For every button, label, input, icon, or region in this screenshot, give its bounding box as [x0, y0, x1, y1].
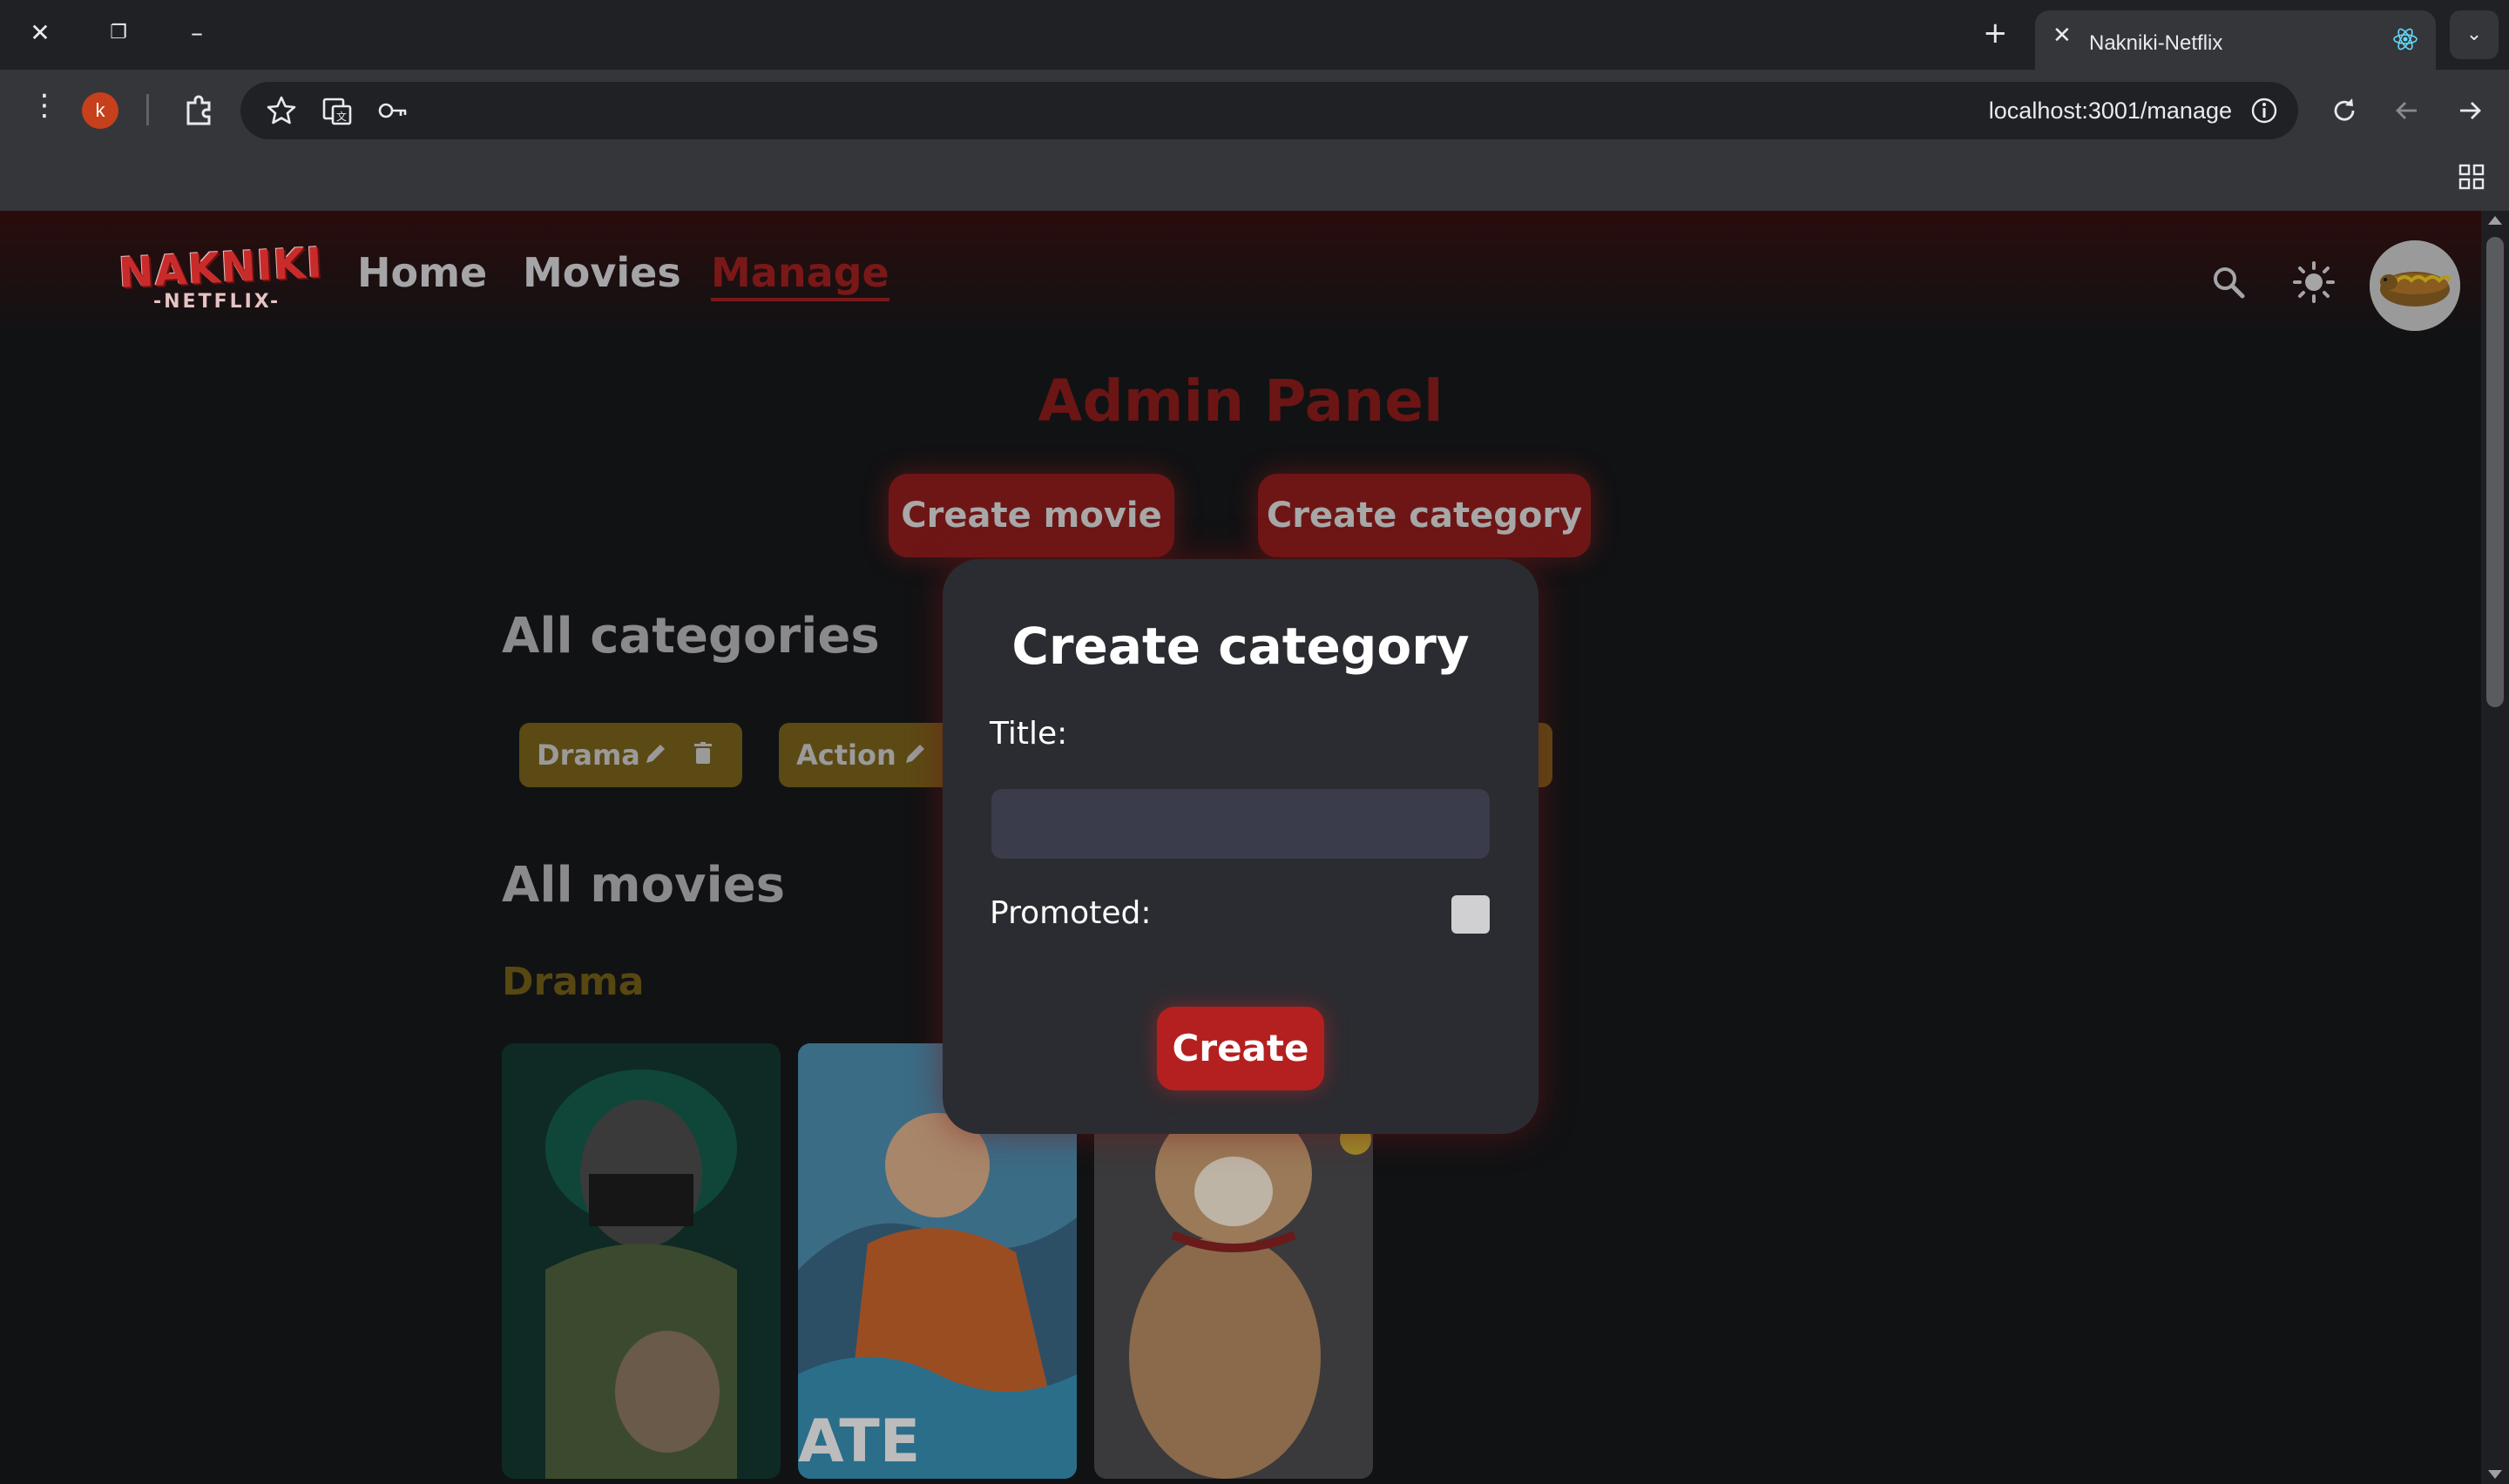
create-category-modal: Create category Title: Promoted: Create	[943, 559, 1539, 1134]
info-icon[interactable]	[2249, 96, 2279, 125]
title-label: Title:	[990, 716, 1068, 752]
scroll-up-arrow-icon[interactable]	[2488, 216, 2502, 225]
tab-list-icon[interactable]: ⌄	[2450, 10, 2499, 59]
address-bar[interactable]: 文 localhost:3001/manage	[240, 82, 2298, 139]
tab-close-icon[interactable]: ✕	[2053, 23, 2072, 49]
nav-link-home[interactable]: Home	[357, 249, 487, 296]
masked-athlete-poster-image	[502, 1043, 781, 1479]
hotdog-dog-avatar-icon	[2370, 240, 2460, 331]
scroll-down-arrow-icon[interactable]	[2488, 1470, 2502, 1479]
edit-icon[interactable]	[643, 740, 669, 766]
bookmark-bar	[0, 148, 2509, 211]
edit-icon[interactable]	[903, 740, 929, 766]
site-navbar: NAKNIKI -NETFLIX- Home Movies Manage	[0, 211, 2481, 333]
create-movie-button[interactable]: Create movie	[889, 474, 1174, 557]
modal-title: Create category	[1011, 617, 1470, 676]
browser-tab[interactable]: ✕ Nakniki-Netflix	[2035, 10, 2436, 70]
browser-chrome: ✕ ❐ – + ✕ Nakniki-Netflix ⌄ ⋮ k 文 localh…	[0, 0, 2509, 211]
new-tab-icon[interactable]: +	[1983, 16, 2008, 51]
tab-title: Nakniki-Netflix	[2089, 31, 2223, 55]
menu-icon[interactable]: ⋮	[30, 91, 59, 120]
search-icon[interactable]	[2209, 263, 2248, 301]
page-title: Admin Panel	[1038, 368, 1444, 435]
avatar[interactable]	[2370, 240, 2460, 331]
site-logo[interactable]: NAKNIKI -NETFLIX-	[118, 239, 328, 322]
promoted-checkbox[interactable]	[1451, 895, 1490, 934]
poster-text: ATE	[798, 1407, 920, 1476]
page-content: NAKNIKI -NETFLIX- Home Movies Manage Adm…	[0, 211, 2481, 1484]
promoted-label: Promoted:	[990, 895, 1152, 931]
apps-grid-icon[interactable]	[2457, 162, 2486, 192]
all-categories-heading: All categories	[502, 608, 880, 664]
logo-sub-text: -NETFLIX-	[153, 291, 281, 313]
page-scrollbar[interactable]	[2481, 211, 2509, 1484]
extensions-icon[interactable]	[179, 91, 218, 129]
category-chip-drama[interactable]: Drama	[519, 723, 742, 787]
scrollbar-thumb[interactable]	[2486, 237, 2504, 707]
restore-icon[interactable]: ❐	[101, 16, 136, 51]
forward-icon[interactable]	[2453, 94, 2486, 127]
url-text[interactable]: localhost:3001/manage	[1989, 98, 2232, 125]
create-category-button[interactable]: Create category	[1258, 474, 1591, 557]
category-chip-label: Action	[796, 739, 896, 772]
logo-main-text: NAKNIKI	[117, 238, 324, 299]
back-icon[interactable]	[2391, 94, 2424, 127]
title-input[interactable]	[991, 789, 1490, 859]
create-button[interactable]: Create	[1157, 1007, 1324, 1090]
movie-poster[interactable]	[502, 1043, 781, 1479]
minimize-icon[interactable]: –	[179, 16, 214, 51]
star-icon[interactable]	[265, 94, 298, 127]
nav-link-movies[interactable]: Movies	[523, 249, 681, 296]
toolbar: ⋮ k 文 localhost:3001/manage	[0, 70, 2509, 148]
delete-icon[interactable]	[690, 740, 716, 766]
translate-icon[interactable]: 文	[321, 94, 354, 127]
category-chip-label: Drama	[537, 739, 640, 772]
sun-icon[interactable]	[2291, 260, 2337, 305]
category-heading-drama: Drama	[502, 960, 645, 1004]
close-icon[interactable]: ✕	[23, 16, 57, 51]
all-movies-heading: All movies	[502, 857, 786, 914]
svg-text:文: 文	[336, 110, 347, 123]
react-icon	[2393, 28, 2418, 51]
reload-icon[interactable]	[2328, 94, 2361, 127]
password-key-icon[interactable]	[376, 94, 409, 127]
nav-link-manage[interactable]: Manage	[711, 249, 889, 301]
profile-avatar[interactable]: k	[82, 92, 118, 129]
toolbar-divider	[146, 94, 149, 125]
